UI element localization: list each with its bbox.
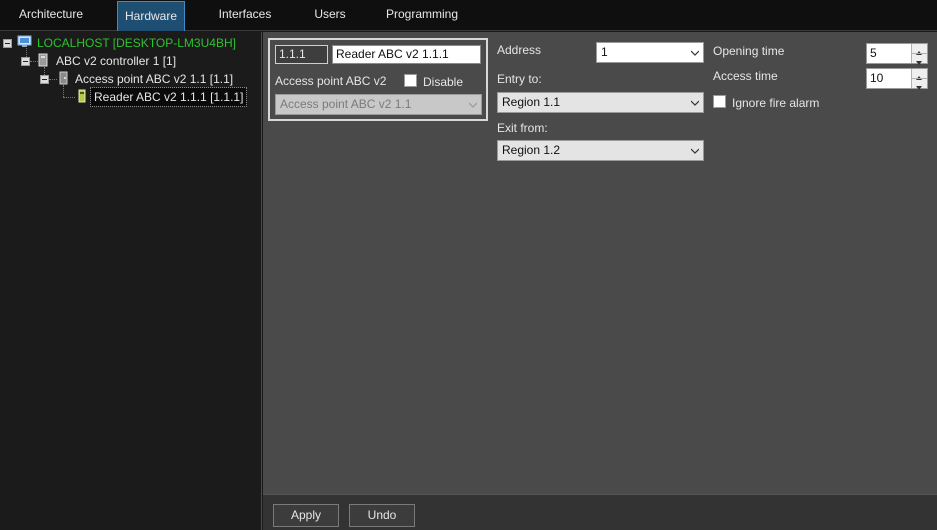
entry-label: Entry to:: [497, 72, 542, 86]
hardware-tree: LOCALHOST [DESKTOP-LM3U4BH] ABC v2 contr…: [0, 32, 262, 530]
collapse-controller-button[interactable]: [21, 57, 30, 66]
access-time-label: Access time: [713, 69, 778, 83]
exit-value: Region 1.2: [502, 143, 561, 157]
controller-icon: [38, 53, 48, 67]
tab-users[interactable]: Users: [300, 0, 360, 31]
collapse-access-point-button[interactable]: [40, 75, 49, 84]
computer-icon: [17, 35, 32, 47]
spin-down-icon[interactable]: [912, 53, 927, 65]
exit-select[interactable]: Region 1.2: [497, 140, 704, 161]
disable-checkbox[interactable]: [404, 74, 417, 87]
tree-item-controller[interactable]: ABC v2 controller 1 [1]: [56, 52, 176, 70]
tree-item-label: ABC v2 controller 1 [1]: [56, 54, 177, 68]
action-bar: Apply Undo: [263, 494, 937, 530]
entry-select[interactable]: Region 1.1: [497, 92, 704, 113]
access-time-value: 10: [870, 71, 884, 85]
tab-interfaces[interactable]: Interfaces: [206, 0, 284, 31]
tree-item-label: Access point ABC v2 1.1 [1.1]: [75, 72, 234, 86]
tab-programming[interactable]: Programming: [378, 0, 466, 31]
device-name-field[interactable]: Reader ABC v2 1.1.1: [332, 45, 481, 64]
tree-item-localhost[interactable]: LOCALHOST [DESKTOP-LM3U4BH]: [37, 34, 236, 52]
device-id-field[interactable]: 1.1.1: [275, 45, 328, 64]
chevron-down-icon: [691, 100, 699, 106]
spin-up-icon[interactable]: [912, 69, 927, 80]
spin-down-icon[interactable]: [912, 78, 927, 90]
opening-time-label: Opening time: [713, 44, 785, 58]
chevron-down-icon: [691, 148, 699, 154]
address-value: 1: [601, 45, 608, 59]
opening-time-spin-buttons: [911, 44, 927, 65]
address-label: Address: [497, 43, 542, 57]
address-select[interactable]: 1: [596, 42, 704, 63]
tree-connector: [49, 79, 57, 80]
exit-label: Exit from:: [497, 121, 548, 135]
properties-panel: 1.1.1 Reader ABC v2 1.1.1 Access point A…: [263, 32, 937, 494]
reader-icon: [78, 89, 86, 103]
chevron-down-icon: [469, 102, 477, 108]
tab-architecture[interactable]: Architecture: [0, 0, 102, 31]
parent-label: Access point ABC v2: [275, 74, 387, 88]
spin-up-icon[interactable]: [912, 44, 927, 55]
tab-hardware[interactable]: Hardware: [117, 1, 185, 31]
tree-connector: [63, 97, 75, 98]
parent-select[interactable]: Access point ABC v2 1.1: [275, 94, 482, 115]
access-time-spin-buttons: [911, 69, 927, 90]
opening-time-stepper[interactable]: 5: [866, 43, 928, 65]
parent-select-value: Access point ABC v2 1.1: [280, 97, 412, 111]
disable-label: Disable: [423, 75, 464, 89]
opening-time-value: 5: [870, 46, 877, 60]
undo-button[interactable]: Undo: [349, 504, 415, 527]
device-group: 1.1.1 Reader ABC v2 1.1.1 Access point A…: [268, 38, 488, 121]
access-time-stepper[interactable]: 10: [866, 68, 928, 90]
apply-button[interactable]: Apply: [273, 504, 339, 527]
entry-value: Region 1.1: [502, 95, 561, 109]
collapse-root-button[interactable]: [3, 39, 12, 48]
tree-item-label: LOCALHOST [DESKTOP-LM3U4BH]: [37, 36, 236, 50]
ignore-fire-alarm-checkbox[interactable]: [713, 95, 726, 108]
tree-item-reader[interactable]: Reader ABC v2 1.1.1 [1.1.1]: [89, 87, 248, 107]
chevron-down-icon: [691, 50, 699, 56]
main-tab-bar: Architecture Hardware Interfaces Users P…: [0, 0, 937, 31]
tree-connector: [63, 85, 64, 97]
access-point-icon: [59, 71, 68, 85]
tree-item-label: Reader ABC v2 1.1.1 [1.1.1]: [94, 90, 244, 104]
tree-item-access-point[interactable]: Access point ABC v2 1.1 [1.1]: [75, 70, 233, 88]
ignore-fire-alarm-label: Ignore fire alarm: [732, 96, 820, 110]
